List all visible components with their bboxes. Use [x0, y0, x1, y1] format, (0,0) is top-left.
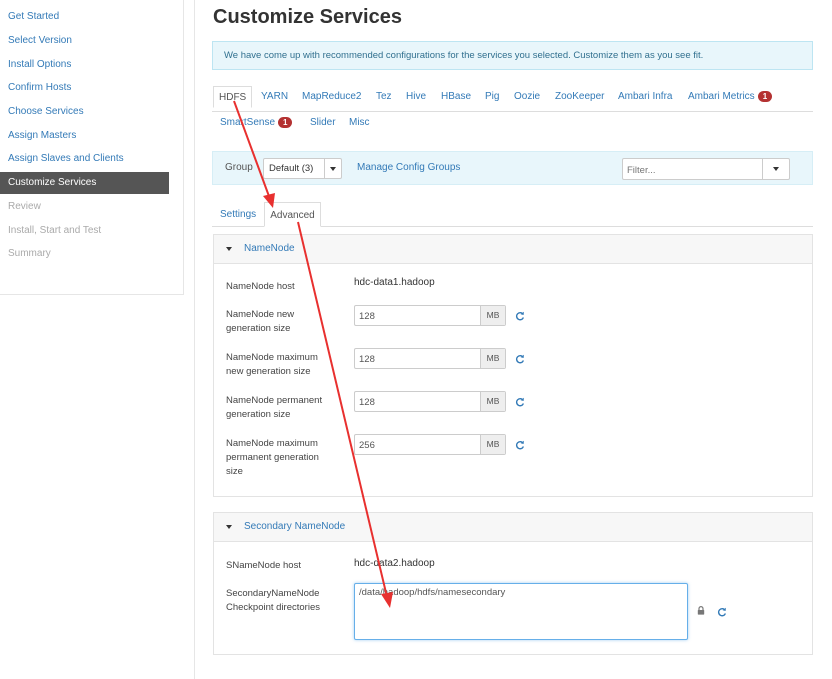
section-title: Secondary NameNode — [244, 521, 346, 532]
sidebar-item-assign-slaves-clients[interactable]: Assign Slaves and Clients — [0, 148, 169, 170]
unit-label: MB — [480, 306, 505, 325]
tab-ambari-metrics[interactable]: Ambari Metrics 1 — [688, 86, 773, 108]
sidebar-item-customize-services[interactable]: Customize Services — [0, 172, 169, 194]
sidebar-item-confirm-hosts[interactable]: Confirm Hosts — [0, 77, 169, 99]
alert-count-badge: 1 — [757, 90, 773, 102]
namenode-new-gen-size-input[interactable] — [355, 306, 485, 327]
config-group-selected: Default (3) — [269, 163, 314, 174]
sidebar-item-install-options[interactable]: Install Options — [0, 54, 169, 76]
namenode-perm-gen-size-input[interactable] — [355, 392, 485, 413]
refresh-icon[interactable] — [717, 607, 727, 617]
tab-oozie[interactable]: Oozie — [514, 86, 540, 108]
tab-tez[interactable]: Tez — [376, 86, 392, 108]
tab-pig[interactable]: Pig — [485, 86, 499, 108]
tab-yarn[interactable]: YARN — [261, 86, 288, 108]
sidebar-item-summary: Summary — [8, 248, 51, 259]
sidebar-item-install-start-test: Install, Start and Test — [8, 225, 102, 236]
info-alert: We have come up with recommended configu… — [212, 41, 813, 70]
field-label-line: NameNode maximum — [226, 352, 318, 363]
tab-ambari-metrics-label: Ambari Metrics — [688, 91, 755, 102]
tab-smartsense[interactable]: SmartSense 1 — [220, 112, 293, 134]
secondary-namenode-section-header[interactable]: Secondary NameNode — [214, 513, 812, 542]
namenode-max-new-gen-size-input[interactable] — [355, 349, 485, 370]
sidebar-item-select-version[interactable]: Select Version — [0, 30, 169, 52]
tab-advanced[interactable]: Advanced — [264, 202, 321, 227]
field-label-line: size — [226, 466, 243, 477]
namenode-new-gen-size-field: MB — [354, 305, 506, 327]
namenode-host-label: NameNode host — [226, 281, 295, 292]
checkpoint-dirs-field: /data/hadoop/hdfs/namesecondary — [354, 583, 688, 640]
field-label-line: SecondaryNameNode — [226, 588, 320, 599]
manage-config-groups-link[interactable]: Manage Config Groups — [357, 162, 460, 173]
field-label-line: generation size — [226, 323, 291, 334]
field-label: NameNode maximum new generation size — [226, 351, 318, 379]
tab-hdfs[interactable]: HDFS — [213, 86, 253, 108]
namenode-section: NameNode NameNode host hdc-data1.hadoop … — [213, 234, 813, 497]
main-divider — [194, 0, 195, 679]
collapse-triangle-icon — [226, 247, 232, 251]
filter-input[interactable] — [623, 159, 769, 181]
checkpoint-dirs-textarea[interactable]: /data/hadoop/hdfs/namesecondary — [355, 584, 687, 639]
wizard-sidebar: Get Started Select Version Install Optio… — [0, 0, 184, 295]
field-label-line: NameNode maximum — [226, 438, 318, 449]
field-label: NameNode new generation size — [226, 308, 294, 336]
tab-smartsense-label: SmartSense — [220, 117, 276, 128]
refresh-icon[interactable] — [515, 354, 525, 364]
field-label-line: NameNode permanent — [226, 395, 323, 406]
sidebar-item-assign-masters[interactable]: Assign Masters — [0, 125, 169, 147]
snamenode-host-value: hdc-data2.hadoop — [354, 558, 435, 569]
tab-hbase[interactable]: HBase — [441, 86, 471, 108]
caret-down-icon — [773, 167, 779, 171]
sidebar-item-choose-services[interactable]: Choose Services — [0, 101, 169, 123]
collapse-triangle-icon — [226, 525, 232, 529]
sidebar-item-review: Review — [8, 201, 41, 212]
tab-slider[interactable]: Slider — [310, 112, 336, 134]
namenode-section-header[interactable]: NameNode — [214, 235, 812, 264]
namenode-host-value: hdc-data1.hadoop — [354, 277, 435, 288]
field-label-line: Checkpoint directories — [226, 602, 320, 613]
namenode-max-perm-gen-size-input[interactable] — [355, 435, 485, 456]
config-group-dropdown-toggle[interactable] — [324, 159, 341, 178]
page-title: Customize Services — [213, 6, 402, 28]
alert-count-badge: 1 — [278, 116, 293, 128]
caret-down-icon — [330, 167, 336, 171]
field-label: NameNode permanent generation size — [226, 394, 322, 422]
filter-combobox[interactable] — [622, 158, 790, 181]
service-tabs-rule — [212, 111, 813, 112]
snamenode-host-label: SNameNode host — [226, 560, 301, 571]
unit-label: MB — [480, 392, 505, 411]
namenode-max-new-gen-size-field: MB — [354, 348, 506, 370]
field-label-line: NameNode new — [226, 309, 295, 320]
lock-icon[interactable] — [697, 606, 705, 615]
info-alert-text: We have come up with recommended configu… — [224, 50, 704, 61]
config-group-select[interactable]: Default (3) — [263, 158, 342, 179]
sidebar-item-get-started[interactable]: Get Started — [0, 6, 169, 28]
tab-hive[interactable]: Hive — [406, 86, 426, 108]
section-title: NameNode — [244, 243, 295, 254]
secondary-namenode-section: Secondary NameNode SNameNode host hdc-da… — [213, 512, 813, 655]
tab-settings[interactable]: Settings — [220, 202, 256, 227]
checkpoint-dirs-label: SecondaryNameNode Checkpoint directories — [226, 587, 320, 615]
namenode-perm-gen-size-field: MB — [354, 391, 506, 413]
field-label-line: new generation size — [226, 366, 311, 377]
tab-misc[interactable]: Misc — [349, 112, 370, 134]
refresh-icon[interactable] — [515, 440, 525, 450]
field-label-line: generation size — [226, 409, 291, 420]
field-label-line: permanent generation — [226, 452, 319, 463]
refresh-icon[interactable] — [515, 397, 525, 407]
field-label: NameNode maximum permanent generation si… — [226, 437, 319, 479]
group-label: Group — [225, 162, 253, 173]
tab-mapreduce2[interactable]: MapReduce2 — [302, 86, 361, 108]
filter-dropdown-toggle[interactable] — [762, 159, 789, 179]
tab-ambari-infra[interactable]: Ambari Infra — [618, 86, 672, 108]
namenode-max-perm-gen-size-field: MB — [354, 434, 506, 456]
unit-label: MB — [480, 435, 505, 454]
tab-zookeeper[interactable]: ZooKeeper — [555, 86, 604, 108]
refresh-icon[interactable] — [515, 311, 525, 321]
unit-label: MB — [480, 349, 505, 368]
config-group-bar: Group Default (3) Manage Config Groups — [212, 151, 813, 185]
